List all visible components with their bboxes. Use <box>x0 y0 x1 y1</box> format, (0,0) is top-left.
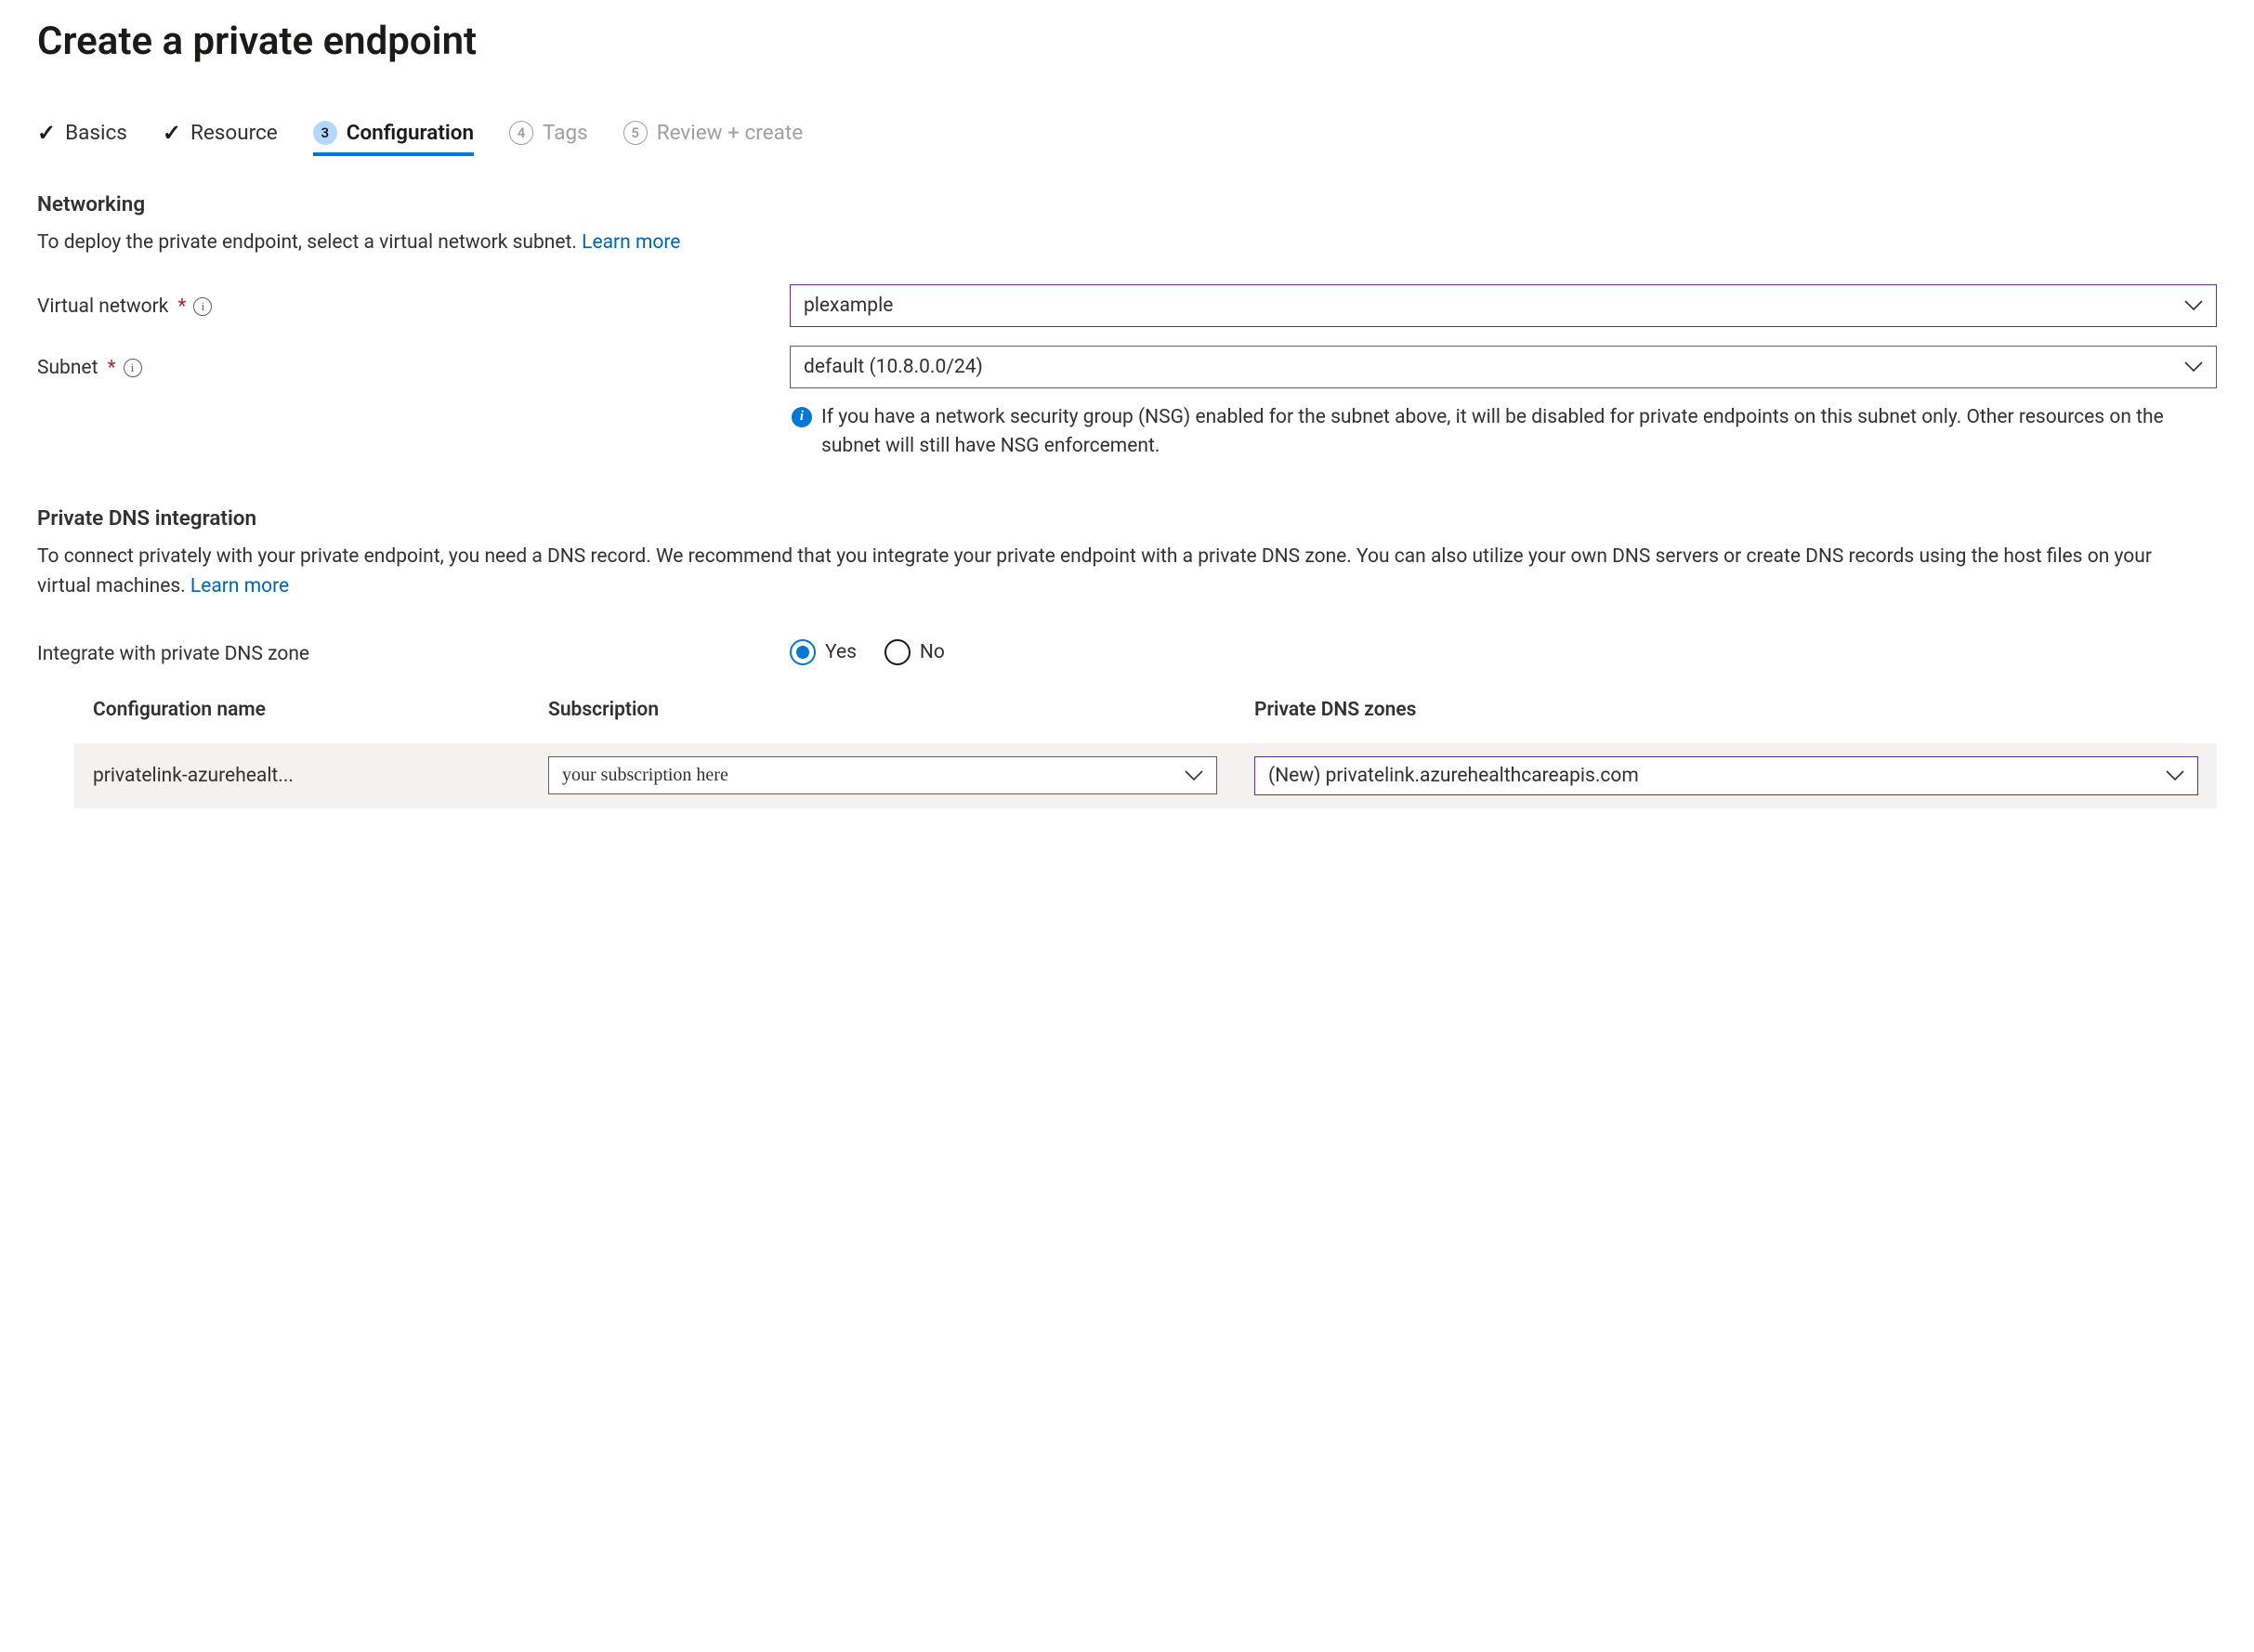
chevron-down-icon <box>1185 770 1203 781</box>
integrate-dns-label: Integrate with private DNS zone <box>37 639 790 665</box>
step-basics[interactable]: ✓ Basics <box>37 120 127 155</box>
step-label: Review + create <box>657 121 803 145</box>
radio-label: Yes <box>825 641 857 663</box>
step-label: Resource <box>190 121 278 145</box>
select-value: your subscription here <box>562 765 728 786</box>
required-asterisk: * <box>107 357 115 379</box>
step-label: Tags <box>543 121 588 145</box>
dns-heading: Private DNS integration <box>37 506 2217 531</box>
info-filled-icon: i <box>792 407 812 427</box>
radio-circle-icon <box>790 639 816 665</box>
radio-circle-icon <box>885 639 911 665</box>
chevron-down-icon <box>2184 300 2203 311</box>
step-label: Configuration <box>347 121 474 145</box>
radio-no[interactable]: No <box>885 639 945 665</box>
required-asterisk: * <box>177 295 186 318</box>
dns-zones-table: Configuration name Subscription Private … <box>37 699 2217 808</box>
table-header-row: Configuration name Subscription Private … <box>74 699 2217 743</box>
info-icon[interactable]: i <box>193 297 212 316</box>
step-number-badge: 4 <box>509 121 533 145</box>
check-icon: ✓ <box>163 120 181 146</box>
virtual-network-label: Virtual network* i <box>37 284 790 318</box>
chevron-down-icon <box>2166 770 2184 781</box>
info-icon[interactable]: i <box>124 359 142 377</box>
dns-description: To connect privately with your private e… <box>37 542 2193 602</box>
subnet-select[interactable]: default (10.8.0.0/24) <box>790 346 2217 388</box>
check-icon: ✓ <box>37 120 56 146</box>
step-configuration[interactable]: 3 Configuration <box>313 121 474 154</box>
select-value: default (10.8.0.0/24) <box>804 356 983 378</box>
virtual-network-select[interactable]: plexample <box>790 284 2217 327</box>
step-label: Basics <box>65 121 127 145</box>
nsg-info-note: i If you have a network security group (… <box>790 403 2211 462</box>
step-number-badge: 5 <box>623 121 648 145</box>
subnet-label: Subnet* i <box>37 346 790 379</box>
learn-more-link[interactable]: Learn more <box>582 231 680 254</box>
col-header-subscription: Subscription <box>548 699 1217 721</box>
select-value: (New) privatelink.azurehealthcareapis.co… <box>1268 765 1639 787</box>
dns-zone-select[interactable]: (New) privatelink.azurehealthcareapis.co… <box>1254 756 2198 795</box>
select-value: plexample <box>804 295 893 317</box>
radio-yes[interactable]: Yes <box>790 639 857 665</box>
step-resource[interactable]: ✓ Resource <box>163 120 278 155</box>
step-review-create[interactable]: 5 Review + create <box>623 121 803 154</box>
radio-label: No <box>920 641 945 663</box>
integrate-dns-radio-group: Yes No <box>790 639 2217 665</box>
page-title: Create a private endpoint <box>37 19 2217 64</box>
config-name-cell: privatelink-azurehealt... <box>93 765 511 787</box>
col-header-dns-zones: Private DNS zones <box>1254 699 2198 721</box>
step-number-badge: 3 <box>313 121 337 145</box>
networking-heading: Networking <box>37 192 2217 216</box>
networking-description: To deploy the private endpoint, select a… <box>37 228 2193 258</box>
wizard-steps: ✓ Basics ✓ Resource 3 Configuration 4 Ta… <box>37 120 2217 155</box>
step-tags[interactable]: 4 Tags <box>509 121 588 154</box>
learn-more-link[interactable]: Learn more <box>190 575 289 597</box>
chevron-down-icon <box>2184 361 2203 373</box>
subscription-select[interactable]: your subscription here <box>548 756 1217 794</box>
table-row: privatelink-azurehealt... your subscript… <box>74 743 2217 808</box>
col-header-config-name: Configuration name <box>93 699 511 721</box>
